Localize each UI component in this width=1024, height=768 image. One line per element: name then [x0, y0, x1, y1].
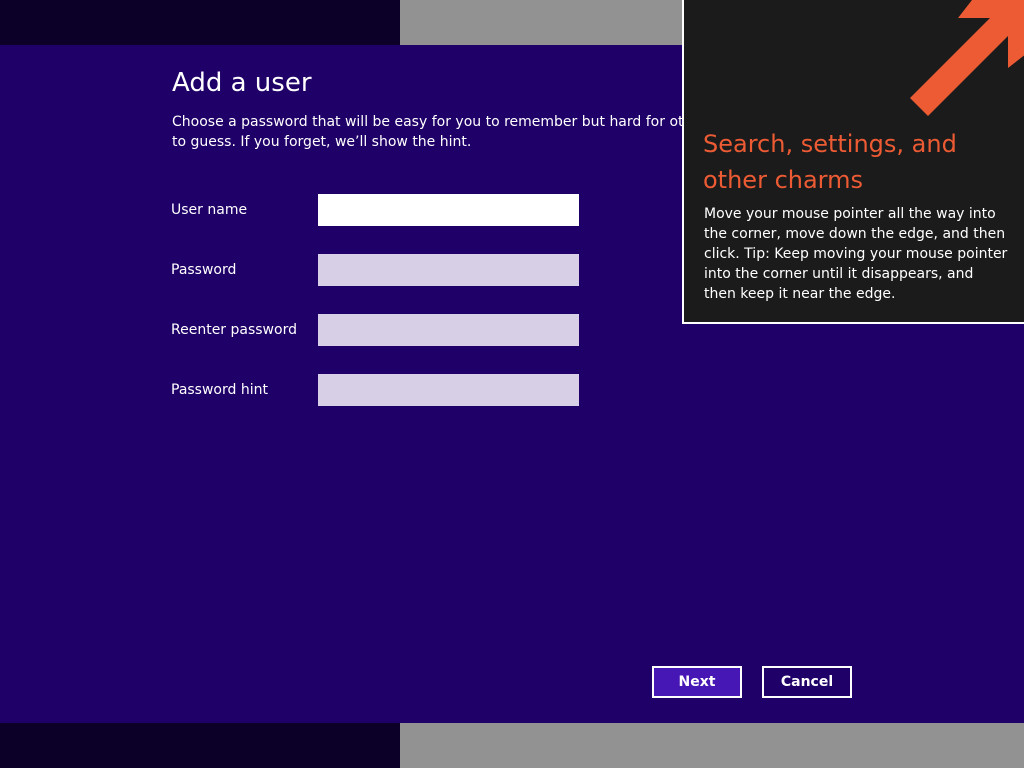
password-hint-row: Password hint [171, 374, 591, 406]
reenter-password-row: Reenter password [171, 314, 591, 346]
password-input[interactable] [318, 254, 579, 286]
tip-body: Move your mouse pointer all the way into… [704, 206, 1008, 302]
password-label: Password [171, 262, 237, 278]
background-bottom-right [400, 723, 1024, 768]
dialog-description: Choose a password that will be easy for … [172, 114, 715, 150]
dialog-title: Add a user [172, 68, 312, 98]
username-label: User name [171, 202, 248, 218]
reenter-password-label: Reenter password [171, 322, 297, 338]
password-row: Password [171, 254, 591, 286]
background-top-left [0, 0, 400, 45]
background-bottom-left [0, 723, 400, 768]
cancel-button[interactable]: Cancel [762, 666, 852, 698]
password-hint-input[interactable] [318, 374, 579, 406]
charms-tip-panel: Search, settings, and other charms Move … [682, 0, 1024, 324]
username-row: User name [171, 194, 591, 226]
reenter-password-input[interactable] [318, 314, 579, 346]
username-input[interactable] [318, 194, 579, 226]
arrow-up-right-icon [910, 0, 1024, 116]
next-button[interactable]: Next [652, 666, 742, 698]
tip-title: Search, settings, and other charms [703, 130, 957, 194]
password-hint-label: Password hint [171, 382, 268, 398]
